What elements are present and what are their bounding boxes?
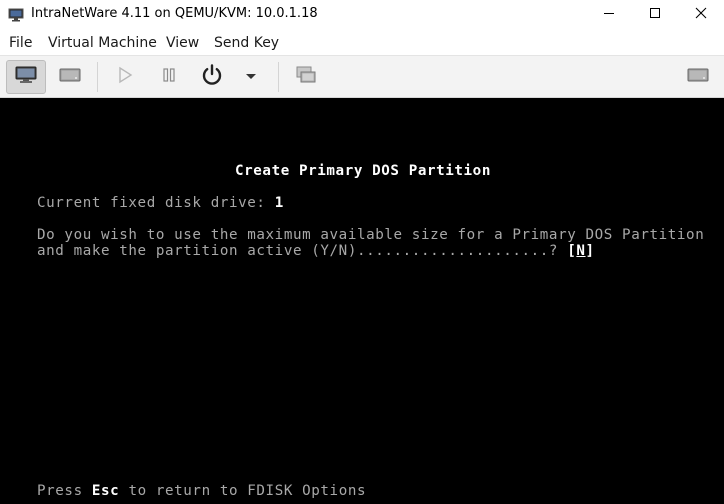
toolbar — [0, 56, 724, 98]
console-view-button[interactable] — [6, 60, 46, 94]
answer-input[interactable]: N — [576, 243, 585, 259]
toolbar-separator — [278, 62, 279, 92]
menu-send-key[interactable]: Send Key — [214, 35, 279, 51]
details-view-button[interactable] — [52, 60, 88, 94]
snapshots-button[interactable] — [288, 60, 324, 94]
menu-bar: File Virtual Machine View Send Key — [0, 30, 724, 56]
power-icon — [200, 63, 224, 91]
question-line-1: Do you wish to use the maximum available… — [37, 227, 705, 243]
footer-esc-key: Esc — [91, 483, 120, 499]
partition-heading: Create Primary DOS Partition — [235, 163, 491, 179]
menu-view[interactable]: View — [166, 35, 199, 51]
console-icon — [15, 66, 37, 88]
current-drive-value: 1 — [274, 195, 284, 211]
question-line-2: and make the partition active (Y/N).....… — [37, 243, 595, 259]
monitor-icon — [8, 8, 24, 22]
power-menu-chevron-icon — [245, 69, 257, 85]
close-icon — [695, 7, 707, 23]
snapshots-icon — [295, 65, 317, 89]
question-text: and make the partition active (Y/N).....… — [37, 243, 568, 259]
fullscreen-icon — [687, 66, 709, 88]
pause-icon — [161, 66, 177, 88]
power-button[interactable] — [194, 60, 230, 94]
title-bar: IntraNetWare 4.11 on QEMU/KVM: 10.0.1.18 — [0, 0, 724, 30]
answer-bracket-open: [ — [567, 243, 577, 259]
current-drive-label: Current fixed disk drive: — [37, 195, 275, 211]
fullscreen-button[interactable] — [680, 60, 716, 94]
footer-pre: Press — [37, 483, 92, 499]
answer-bracket-close: ] — [585, 243, 595, 259]
run-icon — [117, 66, 133, 88]
window-title: IntraNetWare 4.11 on QEMU/KVM: 10.0.1.18 — [31, 6, 318, 21]
toolbar-separator — [97, 62, 98, 92]
close-button[interactable] — [678, 0, 724, 30]
menu-virtual-machine[interactable]: Virtual Machine — [48, 35, 157, 51]
power-menu-button[interactable] — [236, 60, 266, 94]
details-icon — [59, 66, 81, 88]
minimize-button[interactable] — [586, 0, 632, 30]
vm-console-screen[interactable]: Create Primary DOS Partition Current fix… — [0, 98, 724, 504]
run-button[interactable] — [107, 60, 143, 94]
pause-button[interactable] — [151, 60, 187, 94]
footer-hint: Press Esc to return to FDISK Options — [37, 483, 366, 499]
menu-file[interactable]: File — [9, 35, 32, 51]
current-drive-line: Current fixed disk drive: 1 — [37, 195, 284, 211]
maximize-button[interactable] — [632, 0, 678, 30]
maximize-icon — [649, 7, 661, 23]
minimize-icon — [603, 7, 615, 23]
footer-post: to return to FDISK Options — [119, 483, 367, 499]
